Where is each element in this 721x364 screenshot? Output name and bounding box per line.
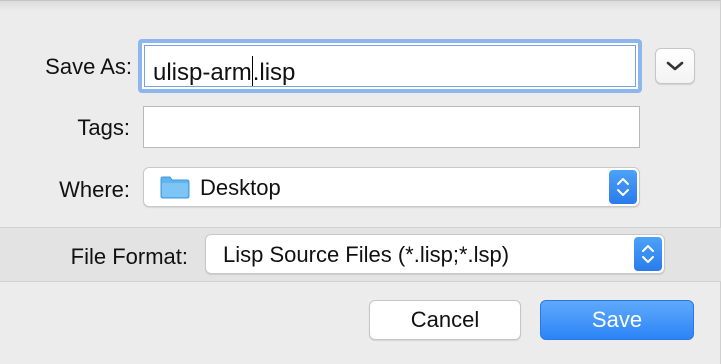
file-format-selected: Lisp Source Files (*.lisp;*.lsp) xyxy=(223,242,510,267)
folder-icon xyxy=(160,176,190,199)
save-as-value[interactable]: ulisp-arm.lisp xyxy=(153,56,295,87)
save-button[interactable]: Save xyxy=(540,300,694,340)
save-dialog: Save As: ulisp-arm.lisp Tags: Where: Des… xyxy=(0,0,721,364)
file-format-label: File Format: xyxy=(70,244,188,269)
save-as-value-before-cursor: ulisp-arm xyxy=(153,59,252,86)
file-format-popup[interactable]: Lisp Source Files (*.lisp;*.lsp) xyxy=(205,234,665,274)
where-popup[interactable]: Desktop xyxy=(143,167,640,207)
where-stepper[interactable] xyxy=(609,170,637,204)
where-label: Where: xyxy=(59,177,130,202)
save-as-value-after-cursor: .lisp xyxy=(252,59,296,86)
file-format-stepper[interactable] xyxy=(634,237,662,271)
expand-dialog-button[interactable] xyxy=(655,48,695,84)
tags-label: Tags: xyxy=(77,115,130,140)
save-as-field[interactable]: ulisp-arm.lisp xyxy=(138,39,642,93)
tags-field[interactable] xyxy=(143,106,640,148)
up-down-arrows-icon xyxy=(642,245,654,263)
cancel-button[interactable]: Cancel xyxy=(369,300,521,340)
save-as-field-inner[interactable]: ulisp-arm.lisp xyxy=(144,45,636,87)
chevron-down-icon xyxy=(666,61,684,71)
save-as-label: Save As: xyxy=(45,54,132,79)
where-selected: Desktop xyxy=(200,175,281,200)
up-down-arrows-icon xyxy=(617,178,629,196)
sheet-top-shadow xyxy=(0,1,720,11)
